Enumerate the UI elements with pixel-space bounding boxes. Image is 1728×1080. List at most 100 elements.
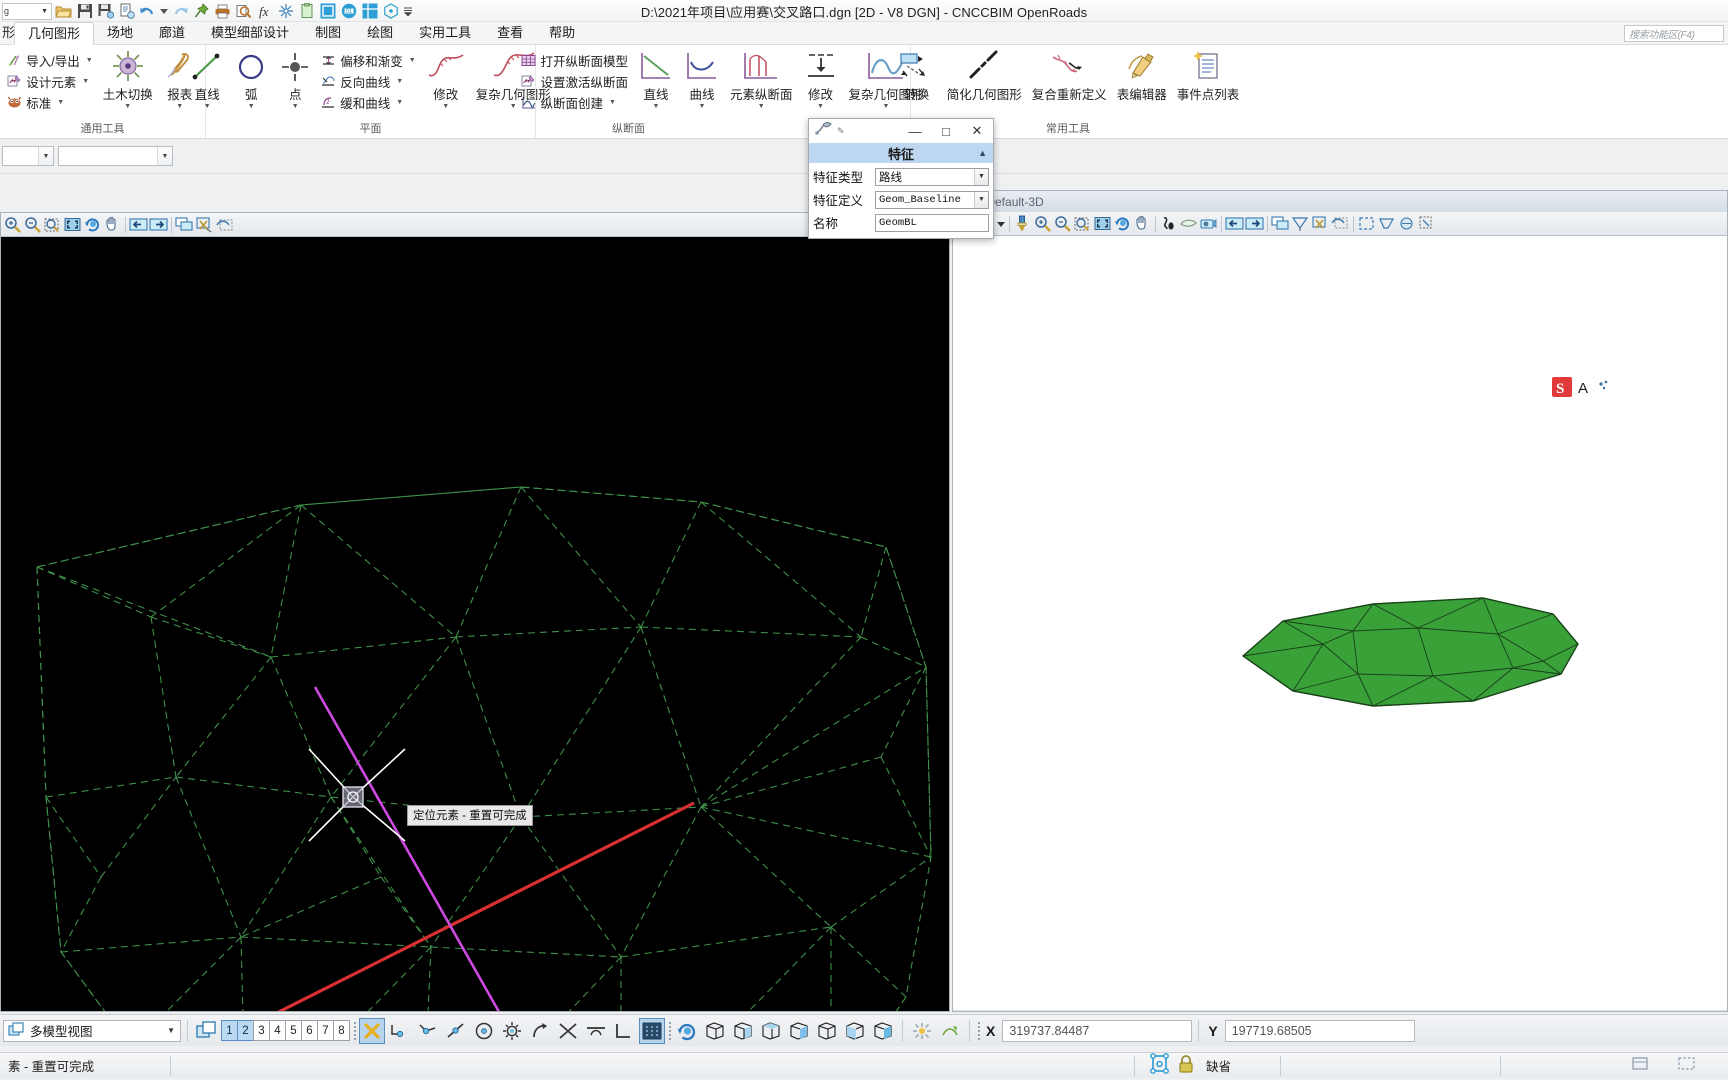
- rotate-view-icon[interactable]: [1113, 214, 1132, 234]
- tab-utilities[interactable]: 实用工具: [406, 21, 484, 44]
- chevron-down-icon[interactable]: ▼: [409, 57, 416, 64]
- chevron-down-icon[interactable]: ▼: [124, 103, 131, 110]
- folder-open-icon[interactable]: [54, 2, 73, 21]
- status-selection-cell[interactable]: 缺省: [1140, 1053, 1239, 1079]
- file-properties-icon[interactable]: [117, 2, 136, 21]
- view-button-1[interactable]: 1: [221, 1020, 238, 1041]
- ribbon-item-design-elements[interactable]: 设计元素 ▼: [4, 71, 96, 92]
- ribbon-item-simplify-geometry[interactable]: 简化几何图形: [943, 48, 1026, 103]
- midpoint-snap-icon[interactable]: [443, 1018, 469, 1044]
- clip-volume-icon[interactable]: [195, 215, 214, 235]
- feature-name-input[interactable]: GeomBL: [875, 213, 989, 232]
- chevron-down-icon[interactable]: ▼: [176, 103, 183, 110]
- save-icon[interactable]: [75, 2, 94, 21]
- camera-icon[interactable]: [1199, 214, 1218, 234]
- perpendicular-snap-icon[interactable]: [583, 1018, 609, 1044]
- walk-icon[interactable]: [1159, 214, 1178, 234]
- redo-icon[interactable]: [171, 2, 190, 21]
- view-button-5[interactable]: 5: [285, 1020, 302, 1041]
- ribbon-item-set-active-profile[interactable]: 设置激活纵断面: [518, 71, 632, 92]
- iso-view-3-icon[interactable]: [758, 1018, 784, 1044]
- ribbon-item-event-point-list[interactable]: 事件点列表: [1173, 48, 1244, 103]
- copy-view-icon[interactable]: [175, 215, 194, 235]
- chevron-down-icon[interactable]: ▼: [609, 99, 616, 106]
- ribbon-item-profile-creation[interactable]: 纵断面创建 ▼: [518, 92, 632, 113]
- chevron-down-icon[interactable]: ▼: [57, 99, 64, 106]
- view-previous-icon[interactable]: [1225, 214, 1244, 234]
- view-previous-icon[interactable]: [129, 215, 148, 235]
- fly-icon[interactable]: [1179, 214, 1198, 234]
- fit-view-icon[interactable]: [1093, 214, 1112, 234]
- style-attribute-combo[interactable]: ▼: [58, 146, 173, 166]
- view-groups-icon[interactable]: [194, 1018, 220, 1044]
- ribbon-item-profile-modify[interactable]: 修改 ▼: [799, 48, 843, 110]
- iso-view-2-icon[interactable]: [730, 1018, 756, 1044]
- zoom-in-icon[interactable]: [3, 215, 22, 235]
- ribbon-item-spiral[interactable]: 2 缓和曲线 ▼: [318, 92, 419, 113]
- x-coordinate-field[interactable]: 319737.84487: [1002, 1019, 1193, 1042]
- fit-view-icon[interactable]: [63, 215, 82, 235]
- ribbon-item-civil-toggle[interactable]: 土木切换 ▼: [99, 48, 157, 110]
- tangent-snap-icon[interactable]: [527, 1018, 553, 1044]
- chevron-down-icon[interactable]: ▼: [974, 168, 988, 185]
- toolbar-grip[interactable]: [976, 1021, 981, 1041]
- chevron-down-icon[interactable]: ▼: [817, 103, 824, 110]
- ribbon-item-profile-curve[interactable]: 曲线 ▼: [680, 48, 724, 110]
- ribbon-item-line[interactable]: 直线 ▼: [186, 48, 228, 110]
- apply-display-icon[interactable]: [1013, 214, 1032, 234]
- chevron-down-icon[interactable]: ▼: [248, 103, 255, 110]
- level-attribute-combo[interactable]: ▼: [2, 146, 54, 166]
- view-groups-icon[interactable]: [318, 2, 337, 21]
- ribbon-item-import-export[interactable]: 导入/导出 ▼: [4, 50, 96, 71]
- tab-model-detailing[interactable]: 模型细部设计: [198, 21, 302, 44]
- rotate-view-icon[interactable]: [83, 215, 102, 235]
- view-next-icon[interactable]: [1245, 214, 1264, 234]
- tab-corridor[interactable]: 廊道: [146, 21, 198, 44]
- chevron-down-icon[interactable]: ▼: [974, 191, 988, 208]
- acs-plane-lock-icon[interactable]: [909, 1018, 935, 1044]
- chevron-down-icon[interactable]: ▼: [653, 103, 660, 110]
- qat-overflow-icon[interactable]: [402, 2, 414, 21]
- level-manager-icon[interactable]: [360, 2, 379, 21]
- acs-snap-lock-icon[interactable]: [937, 1018, 963, 1044]
- feature-definition-select[interactable]: Geom_Baseline ▼: [875, 190, 989, 209]
- tab-site[interactable]: 场地: [94, 21, 146, 44]
- zoom-in-icon[interactable]: [1033, 214, 1052, 234]
- rotate-3d-icon[interactable]: [674, 1018, 700, 1044]
- element-info-icon[interactable]: [1417, 214, 1436, 234]
- feature-dialog-titlebar[interactable]: ✎ — □ ✕: [809, 119, 993, 143]
- ribbon-item-modify[interactable]: 修改 ▼: [422, 48, 470, 110]
- clip-volume-icon[interactable]: [1291, 214, 1310, 234]
- ribbon-item-profile-line[interactable]: 直线 ▼: [634, 48, 678, 110]
- ribbon-item-standards[interactable]: 标准 ▼: [4, 92, 96, 113]
- chevron-down-icon[interactable]: ▼: [86, 57, 93, 64]
- tab-geometry[interactable]: 几何图形: [14, 22, 95, 45]
- chevron-down-icon[interactable]: ▼: [292, 103, 299, 110]
- origin-snap-icon[interactable]: [499, 1018, 525, 1044]
- model-view-combo[interactable]: 多模型视图 ▼: [3, 1019, 181, 1042]
- ribbon-item-arc[interactable]: 弧 ▼: [230, 48, 272, 110]
- ribbon-item-convert[interactable]: 转换: [893, 48, 941, 103]
- iso-view-1-icon[interactable]: [702, 1018, 728, 1044]
- workflow-combo[interactable]: g ▼: [2, 2, 52, 20]
- clipboard-icon[interactable]: [297, 2, 316, 21]
- render-icon[interactable]: [1397, 214, 1416, 234]
- view-button-2[interactable]: 2: [237, 1020, 254, 1041]
- print-icon[interactable]: [213, 2, 232, 21]
- lock-icon[interactable]: [1177, 1054, 1195, 1077]
- clip-mask-icon[interactable]: [215, 215, 234, 235]
- chevron-down-icon[interactable]: ▼: [442, 103, 449, 110]
- point-on-snap-icon[interactable]: [639, 1017, 665, 1044]
- feature-type-select[interactable]: 路线 ▼: [875, 167, 989, 186]
- ribbon-search-input[interactable]: 搜索功能区(F4): [1624, 25, 1724, 42]
- perspective-icon[interactable]: [1377, 214, 1396, 234]
- pan-view-icon[interactable]: [103, 215, 122, 235]
- tab-partial-left[interactable]: 形: [0, 21, 14, 44]
- ribbon-item-offset-taper[interactable]: 偏移和渐变 ▼: [318, 50, 419, 71]
- print-preview-icon[interactable]: [234, 2, 253, 21]
- window-area-icon[interactable]: [43, 215, 62, 235]
- chevron-down-icon[interactable]: ▼: [82, 78, 89, 85]
- maximize-button[interactable]: □: [932, 120, 960, 142]
- chevron-down-icon[interactable]: ▼: [38, 147, 53, 165]
- explorer-icon[interactable]: [381, 2, 400, 21]
